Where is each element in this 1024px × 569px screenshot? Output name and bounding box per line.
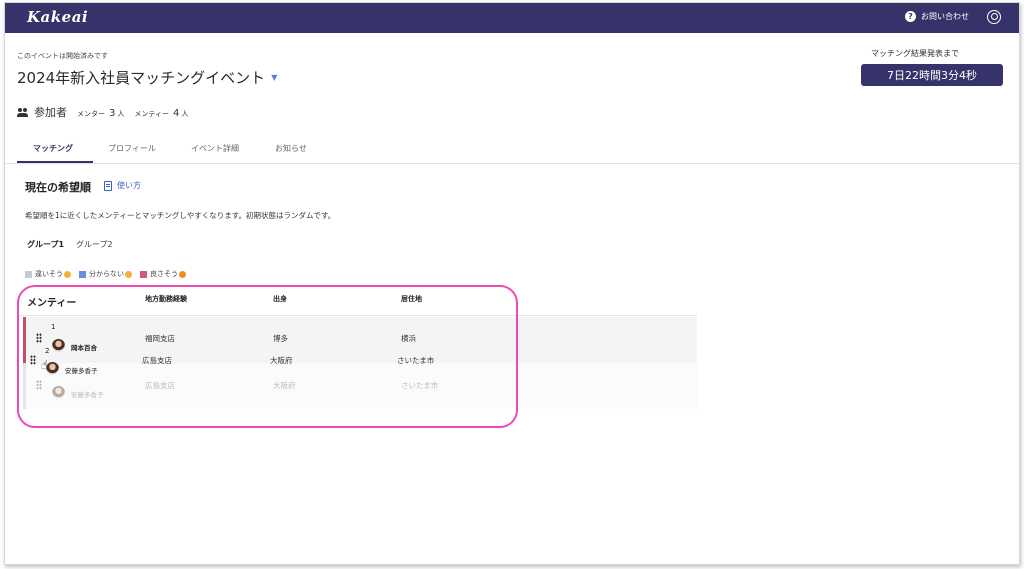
legend-item-good: 良さそう	[140, 269, 186, 279]
event-status: このイベントは開始済みです	[17, 52, 108, 60]
mentor-unit: 人	[117, 110, 125, 118]
preference-bar	[23, 317, 26, 363]
howto-label: 使い方	[117, 181, 141, 190]
legend: 違いそう 分からない 良さそう	[25, 269, 194, 279]
countdown-badge: 7日22時間3分4秒	[861, 64, 1003, 86]
drag-handle-icon	[36, 380, 42, 390]
event-title[interactable]: 2024年新入社員マッチングイベント ▼	[17, 67, 277, 88]
residence-cell-ghost: さいたま市	[401, 381, 439, 390]
tab-bar: マッチング プロフィール イベント詳細 お知らせ	[5, 137, 1019, 164]
contact-label: お問い合わせ	[921, 12, 969, 21]
experience-cell: 広島支店	[142, 356, 172, 365]
mentee-unit: 人	[181, 110, 189, 118]
preference-bar	[23, 363, 26, 409]
app-logo[interactable]: Kakeai	[27, 8, 88, 26]
residence-cell: さいたま市	[397, 356, 435, 365]
rank-number: 1	[51, 323, 56, 331]
table-row[interactable]	[23, 317, 697, 363]
residence-cell: 横浜	[401, 334, 416, 343]
section-description: 希望順を1に近くしたメンティーとマッチングしやすくなります。初期状態はランダムで…	[25, 211, 336, 220]
experience-cell: 福岡支店	[145, 334, 175, 343]
origin-cell: 博多	[273, 334, 288, 343]
document-icon	[104, 180, 112, 191]
user-circle-icon[interactable]	[987, 10, 1001, 24]
origin-cell-ghost: 大阪府	[273, 381, 296, 390]
face-icon	[64, 270, 71, 278]
contact-link[interactable]: ? お問い合わせ	[905, 11, 969, 22]
top-bar: Kakeai ? お問い合わせ	[5, 3, 1019, 33]
avatar	[52, 339, 65, 352]
mentee-name: 岡本百合	[71, 344, 97, 352]
origin-cell: 大阪府	[270, 356, 293, 365]
tab-group-1[interactable]: グループ1	[27, 239, 64, 250]
drag-handle-icon[interactable]	[36, 333, 42, 343]
column-header-origin: 出身	[273, 295, 287, 303]
section-title: 現在の希望順	[25, 181, 91, 194]
active-tab-indicator	[17, 161, 93, 163]
mentee-name: 安藤多香子	[65, 367, 98, 375]
legend-label: 違いそう	[35, 270, 63, 278]
event-title-text: 2024年新入社員マッチングイベント	[17, 69, 266, 87]
participants-summary: 参加者 メンター 3 人 メンティー 4 人	[17, 104, 188, 120]
column-header-experience: 地方勤務経験	[145, 295, 187, 303]
mentee-label: メンティー	[134, 110, 169, 118]
hand-cursor-icon: ☝	[41, 358, 49, 372]
legend-item-different: 違いそう	[25, 269, 71, 279]
chevron-down-icon[interactable]: ▼	[271, 73, 277, 82]
legend-swatch	[140, 270, 147, 278]
participants-label: 参加者	[34, 106, 67, 119]
mentor-label: メンター	[77, 110, 105, 118]
legend-label: 良さそう	[150, 270, 178, 278]
rank-number: 2	[45, 347, 50, 355]
drag-handle-icon[interactable]	[30, 355, 36, 365]
tab-group-2[interactable]: グループ2	[76, 239, 113, 250]
question-circle-icon: ?	[905, 11, 916, 22]
legend-swatch	[79, 270, 86, 278]
experience-cell-ghost: 広島支店	[145, 381, 175, 390]
table-row[interactable]	[23, 363, 697, 409]
legend-item-unknown: 分からない	[79, 269, 132, 279]
app-window: Kakeai ? お問い合わせ このイベントは開始済みです 2024年新入社員マ…	[4, 2, 1020, 565]
column-header-residence: 居住地	[401, 295, 422, 303]
mentee-count: 4	[172, 108, 180, 119]
header-divider	[17, 315, 697, 316]
tab-profile[interactable]: プロフィール	[108, 143, 156, 154]
people-icon	[17, 108, 29, 117]
mentee-name-ghost: 安藤多香子	[71, 391, 104, 399]
countdown-label: マッチング結果発表まで	[871, 49, 959, 58]
legend-swatch	[25, 270, 32, 278]
avatar	[52, 386, 65, 399]
column-header-mentee: メンティー	[27, 298, 77, 309]
face-icon	[125, 270, 132, 278]
face-icon	[179, 270, 186, 278]
tab-matching[interactable]: マッチング	[33, 143, 73, 154]
tab-event-details[interactable]: イベント詳細	[191, 143, 239, 154]
howto-link[interactable]: 使い方	[104, 180, 141, 191]
tab-notices[interactable]: お知らせ	[275, 143, 307, 154]
mentor-count: 3	[109, 108, 116, 119]
legend-label: 分からない	[89, 270, 124, 278]
